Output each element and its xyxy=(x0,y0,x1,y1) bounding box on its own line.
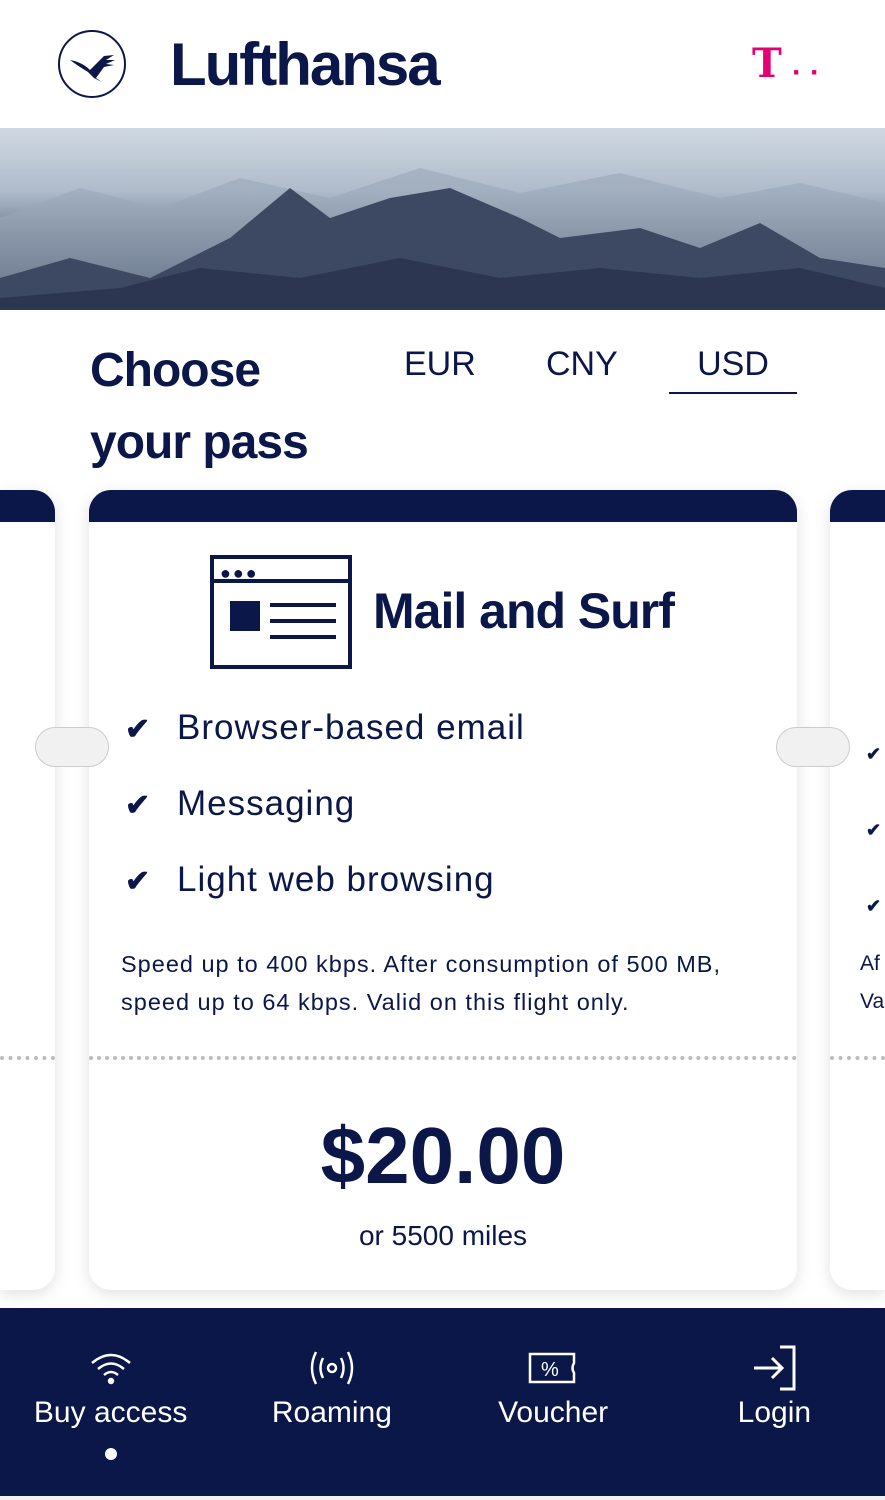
feature-label: Light web browsing xyxy=(177,860,495,899)
page-title: Choose your pass xyxy=(90,335,309,479)
nav-login[interactable]: Login xyxy=(664,1308,885,1496)
nav-roaming[interactable]: Roaming xyxy=(221,1308,442,1496)
pass-miles: or 5500 miles xyxy=(358,1220,528,1251)
pass-description: Speed up to 400 kbps. After consumption … xyxy=(121,951,721,1015)
currency-tab-eur[interactable]: EUR xyxy=(378,345,502,392)
check-icons: ✔ ✔ ✔ xyxy=(866,744,882,916)
next-card-description: Af Va xyxy=(860,945,884,1021)
card-header-bar xyxy=(89,490,797,522)
bottom-navigation: Buy access Roaming % Voucher Login xyxy=(0,1308,885,1496)
nav-voucher[interactable]: % Voucher xyxy=(443,1308,664,1496)
card-notch xyxy=(776,727,850,767)
desc-fragment: Va xyxy=(860,990,885,1013)
telekom-dots: ·· xyxy=(792,56,828,89)
brand-name: Lufthansa xyxy=(170,31,441,98)
app-header: Lufthansa T ·· xyxy=(0,0,885,128)
card-notch xyxy=(35,727,109,767)
nav-label: Buy access xyxy=(33,1396,188,1429)
feature-item: ✔ Messaging xyxy=(125,784,355,824)
login-icon xyxy=(664,1344,885,1392)
nav-label: Voucher xyxy=(498,1396,609,1429)
mountain-hero-image xyxy=(0,128,885,310)
previous-pass-card[interactable] xyxy=(0,490,55,1290)
nav-label: Login xyxy=(737,1396,812,1429)
check-icon: ✔ xyxy=(125,789,152,822)
telekom-logo: T xyxy=(752,40,782,87)
check-icon: ✔ xyxy=(125,865,152,898)
pass-name: Mail and Surf xyxy=(373,583,675,639)
active-indicator xyxy=(104,1448,117,1460)
check-icon: ✔ xyxy=(125,713,152,746)
dotted-divider xyxy=(89,1056,797,1060)
wifi-icon xyxy=(0,1344,221,1392)
currency-tab-cny[interactable]: CNY xyxy=(520,345,644,392)
title-line-1: Choose xyxy=(90,344,261,397)
title-line-2: your pass xyxy=(90,416,309,469)
roaming-icon xyxy=(221,1344,442,1392)
nav-label: Roaming xyxy=(271,1396,392,1429)
lufthansa-crane-logo-icon xyxy=(58,30,126,98)
currency-tab-usd[interactable]: USD xyxy=(669,345,797,394)
voucher-icon: % xyxy=(443,1344,664,1392)
nav-buy-access[interactable]: Buy access xyxy=(0,1308,221,1496)
feature-label: Messaging xyxy=(177,784,356,823)
next-pass-card[interactable]: ✔ ✔ ✔ Af Va xyxy=(830,490,885,1290)
desc-fragment: Af xyxy=(860,952,880,975)
bottom-edge xyxy=(0,1496,885,1500)
feature-item: ✔ Light web browsing xyxy=(125,860,495,900)
pass-price: $20.00 xyxy=(320,1111,566,1200)
pass-card-mail-and-surf[interactable]: ●●● Mail and Surf ✔ Browser-based email ✔… xyxy=(89,490,797,1290)
svg-text:%: % xyxy=(541,1359,559,1381)
browser-window-icon: ●●● xyxy=(210,555,352,669)
feature-item: ✔ Browser-based email xyxy=(125,708,525,748)
feature-label: Browser-based email xyxy=(177,708,525,747)
